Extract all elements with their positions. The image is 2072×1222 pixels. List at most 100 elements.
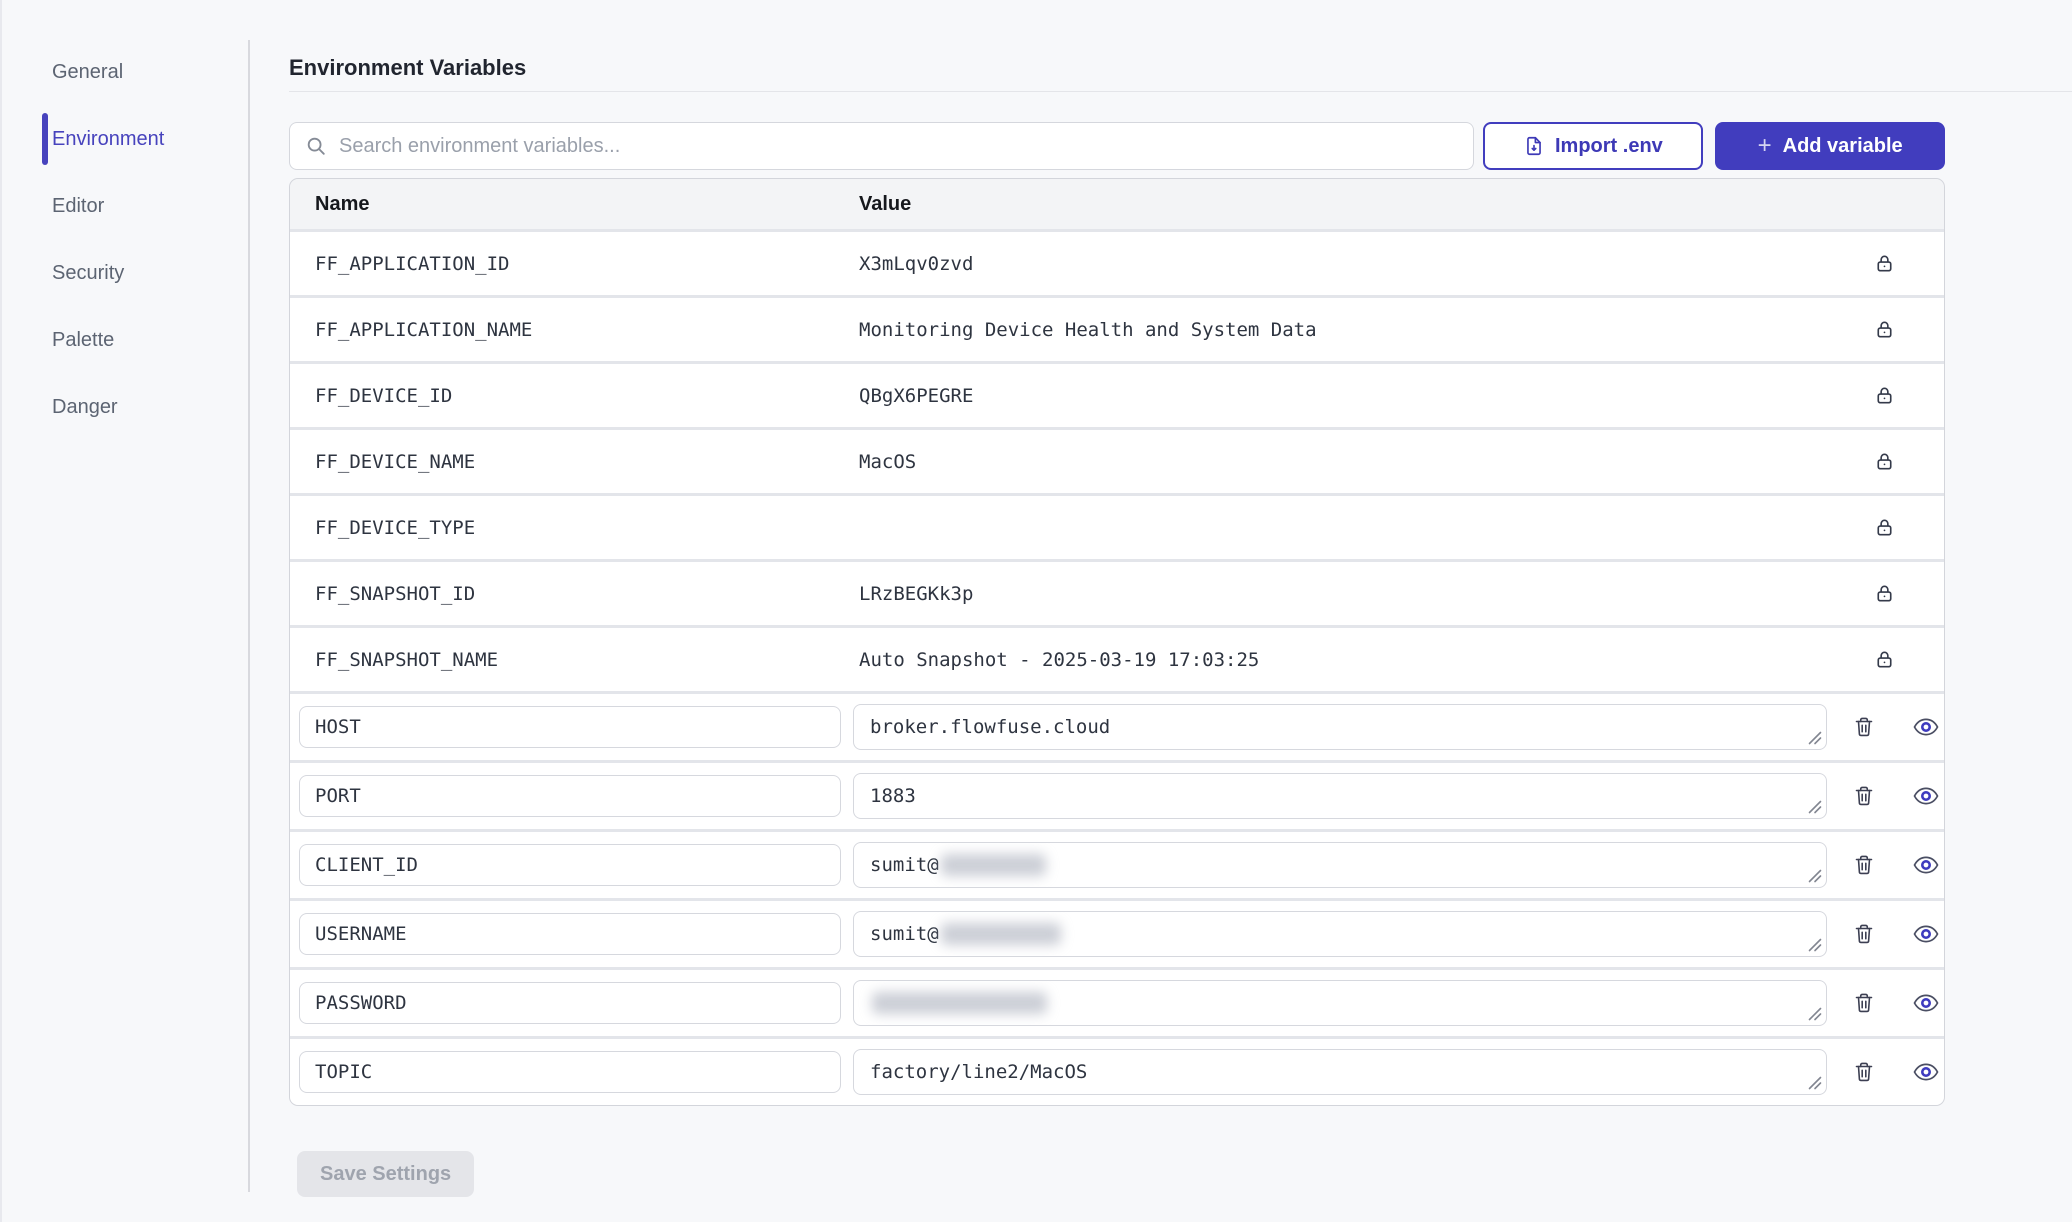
- eye-icon: [1912, 992, 1940, 1014]
- table-row: FF_DEVICE_NAME MacOS: [290, 430, 1944, 493]
- sidebar-item-label: Editor: [52, 195, 104, 218]
- sidebar-item-label: Danger: [52, 396, 118, 419]
- delete-variable-button[interactable]: [1852, 715, 1876, 739]
- trash-icon: [1852, 853, 1876, 877]
- redacted-blur: [872, 992, 1047, 1014]
- table-row: FF_SNAPSHOT_ID LRzBEGKk3p: [290, 562, 1944, 625]
- delete-variable-button[interactable]: [1852, 991, 1876, 1015]
- sidebar-item-label: General: [52, 61, 123, 84]
- var-name-input[interactable]: [299, 706, 841, 748]
- delete-variable-button[interactable]: [1852, 784, 1876, 808]
- redacted-blur: [941, 923, 1061, 945]
- active-tab-indicator: [42, 113, 48, 165]
- var-name-input[interactable]: [299, 913, 841, 955]
- add-variable-button[interactable]: + Add variable: [1715, 122, 1945, 170]
- search-input[interactable]: [337, 125, 1473, 167]
- var-name-input[interactable]: [299, 844, 841, 886]
- sidebar-item-general[interactable]: General: [2, 39, 247, 106]
- var-name: FF_APPLICATION_NAME: [315, 319, 859, 341]
- lock-icon: [1873, 450, 1896, 473]
- file-import-icon: [1523, 135, 1545, 157]
- save-settings-button[interactable]: Save Settings: [297, 1151, 474, 1197]
- var-value: LRzBEGKk3p: [859, 583, 1849, 605]
- delete-variable-button[interactable]: [1852, 853, 1876, 877]
- eye-icon: [1912, 923, 1940, 945]
- var-value-textarea[interactable]: [853, 980, 1827, 1026]
- trash-icon: [1852, 922, 1876, 946]
- var-name-input[interactable]: [299, 982, 841, 1024]
- page-title: Environment Variables: [289, 55, 526, 81]
- var-value-textarea[interactable]: 1883: [853, 773, 1827, 819]
- trash-icon: [1852, 1060, 1876, 1084]
- var-name: FF_APPLICATION_ID: [315, 253, 859, 275]
- toggle-visibility-button[interactable]: [1912, 992, 1940, 1014]
- var-name: FF_SNAPSHOT_ID: [315, 583, 859, 605]
- delete-variable-button[interactable]: [1852, 1060, 1876, 1084]
- sidebar-item-label: Environment: [52, 128, 164, 151]
- var-value-textarea[interactable]: factory/line2/MacOS: [853, 1049, 1827, 1095]
- import-env-button[interactable]: Import .env: [1483, 122, 1704, 170]
- table-row: FF_SNAPSHOT_NAME Auto Snapshot - 2025-03…: [290, 628, 1944, 691]
- var-name-input[interactable]: [299, 1051, 841, 1093]
- var-name: FF_DEVICE_NAME: [315, 451, 859, 473]
- var-value: Monitoring Device Health and System Data: [859, 319, 1849, 341]
- plus-icon: +: [1758, 134, 1772, 158]
- var-value-textarea[interactable]: broker.flowfuse.cloud: [853, 704, 1827, 750]
- table-header: Name Value: [290, 179, 1944, 229]
- var-value-text: 1883: [870, 785, 916, 807]
- search-icon: [305, 135, 327, 157]
- redacted-blur: [941, 854, 1046, 876]
- sidebar-item-security[interactable]: Security: [2, 240, 247, 307]
- table-row: factory/line2/MacOS: [290, 1039, 1944, 1105]
- trash-icon: [1852, 784, 1876, 808]
- trash-icon: [1852, 991, 1876, 1015]
- resize-handle-icon[interactable]: [1808, 869, 1822, 883]
- resize-handle-icon[interactable]: [1808, 800, 1822, 814]
- var-name: FF_DEVICE_ID: [315, 385, 859, 407]
- column-header-name: Name: [315, 193, 859, 216]
- eye-icon: [1912, 716, 1940, 738]
- toggle-visibility-button[interactable]: [1912, 923, 1940, 945]
- var-value: X3mLqv0zvd: [859, 253, 1849, 275]
- sidebar-divider: [248, 40, 250, 1192]
- sidebar-item-danger[interactable]: Danger: [2, 374, 247, 441]
- var-value: Auto Snapshot - 2025-03-19 17:03:25: [859, 649, 1849, 671]
- sidebar-item-label: Security: [52, 262, 124, 285]
- lock-icon: [1873, 516, 1896, 539]
- var-value: QBgX6PEGRE: [859, 385, 1849, 407]
- lock-icon: [1873, 582, 1896, 605]
- resize-handle-icon[interactable]: [1808, 731, 1822, 745]
- title-divider: [289, 91, 2072, 92]
- table-row: FF_APPLICATION_NAME Monitoring Device He…: [290, 298, 1944, 361]
- var-name: FF_SNAPSHOT_NAME: [315, 649, 859, 671]
- var-value-text: sumit@: [870, 923, 939, 945]
- sidebar-item-label: Palette: [52, 329, 114, 352]
- toggle-visibility-button[interactable]: [1912, 854, 1940, 876]
- resize-handle-icon[interactable]: [1808, 1007, 1822, 1021]
- environment-variables-table: Name Value FF_APPLICATION_ID X3mLqv0zvd …: [289, 178, 1945, 1106]
- toggle-visibility-button[interactable]: [1912, 1061, 1940, 1083]
- eye-icon: [1912, 1061, 1940, 1083]
- lock-icon: [1873, 648, 1896, 671]
- trash-icon: [1852, 715, 1876, 739]
- delete-variable-button[interactable]: [1852, 922, 1876, 946]
- var-name-input[interactable]: [299, 775, 841, 817]
- sidebar-item-palette[interactable]: Palette: [2, 307, 247, 374]
- table-row: FF_APPLICATION_ID X3mLqv0zvd: [290, 232, 1944, 295]
- eye-icon: [1912, 854, 1940, 876]
- var-value-text: factory/line2/MacOS: [870, 1061, 1087, 1083]
- resize-handle-icon[interactable]: [1808, 1076, 1822, 1090]
- table-row: [290, 970, 1944, 1036]
- column-header-value: Value: [859, 193, 1849, 216]
- eye-icon: [1912, 785, 1940, 807]
- var-value-textarea[interactable]: sumit@: [853, 842, 1827, 888]
- resize-handle-icon[interactable]: [1808, 938, 1822, 952]
- table-row: broker.flowfuse.cloud: [290, 694, 1944, 760]
- search-box[interactable]: [289, 122, 1474, 170]
- toggle-visibility-button[interactable]: [1912, 716, 1940, 738]
- var-value-textarea[interactable]: sumit@: [853, 911, 1827, 957]
- toggle-visibility-button[interactable]: [1912, 785, 1940, 807]
- var-value-text: broker.flowfuse.cloud: [870, 716, 1110, 738]
- sidebar-item-environment[interactable]: Environment: [2, 106, 247, 173]
- sidebar-item-editor[interactable]: Editor: [2, 173, 247, 240]
